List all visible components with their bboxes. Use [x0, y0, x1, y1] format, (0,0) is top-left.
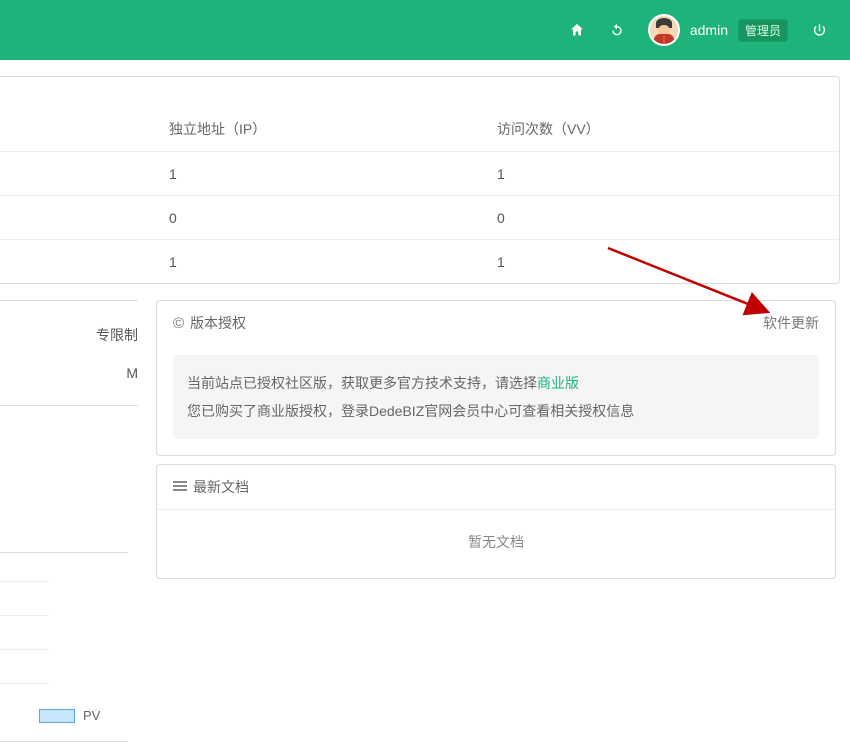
table-row: 0 0 [0, 195, 839, 239]
table-row: 1 1 [0, 151, 839, 195]
power-icon[interactable] [810, 21, 828, 39]
latest-title: 最新文档 [193, 477, 249, 497]
notice-line-2: 您已购买了商业版授权，登录DedeBIZ官网会员中心可查看相关授权信息 [187, 397, 805, 425]
chart-legend: PV [39, 708, 100, 723]
col-header-ip: 独立地址（IP） [169, 119, 497, 139]
refresh-icon[interactable] [608, 21, 626, 39]
list-icon [173, 481, 187, 493]
chart-fragment: PV [0, 552, 128, 742]
cell-vv: 1 [497, 254, 839, 270]
role-badge: 管理员 [738, 19, 788, 42]
latest-empty: 暂无文档 [157, 509, 835, 578]
legend-swatch-pv [39, 709, 75, 723]
version-card-header: © 版本授权 软件更新 [157, 301, 835, 345]
col-header-vv: 访问次数（VV） [497, 119, 839, 139]
content-area: 独立地址（IP） 访问次数（VV） 1 1 0 0 1 1 专限制 M © 版本… [0, 60, 850, 680]
cell-vv: 0 [497, 210, 839, 226]
legend-label-pv: PV [83, 708, 100, 723]
topbar: admin 管理员 [0, 0, 850, 60]
avatar [648, 14, 680, 46]
stats-card: 独立地址（IP） 访问次数（VV） 1 1 0 0 1 1 [0, 76, 840, 284]
cell-ip: 1 [169, 166, 497, 182]
cell-ip: 1 [169, 254, 497, 270]
left-fragment-card: 专限制 M [0, 300, 138, 406]
left-line-2: M [126, 365, 138, 381]
cell-ip: 0 [169, 210, 497, 226]
latest-docs-card: 最新文档 暂无文档 [156, 464, 836, 579]
software-update-link[interactable]: 软件更新 [763, 313, 819, 333]
table-row: 1 1 [0, 239, 839, 283]
left-line-1: 专限制 [96, 325, 138, 345]
version-title: 版本授权 [190, 313, 246, 333]
version-notice: 当前站点已授权社区版，获取更多官方技术支持，请选择商业版 您已购买了商业版授权，… [173, 355, 819, 439]
notice-line-1: 当前站点已授权社区版，获取更多官方技术支持，请选择商业版 [187, 369, 805, 397]
home-icon[interactable] [568, 21, 586, 39]
copyright-icon: © [173, 315, 184, 332]
version-card: © 版本授权 软件更新 当前站点已授权社区版，获取更多官方技术支持，请选择商业版… [156, 300, 836, 456]
business-edition-link[interactable]: 商业版 [537, 375, 579, 391]
stats-header-row: 独立地址（IP） 访问次数（VV） [0, 107, 839, 151]
chart-grid [0, 581, 49, 749]
latest-card-header: 最新文档 [157, 465, 835, 509]
user-name: admin [690, 22, 728, 38]
cell-vv: 1 [497, 166, 839, 182]
user-menu[interactable]: admin 管理员 [648, 14, 788, 46]
